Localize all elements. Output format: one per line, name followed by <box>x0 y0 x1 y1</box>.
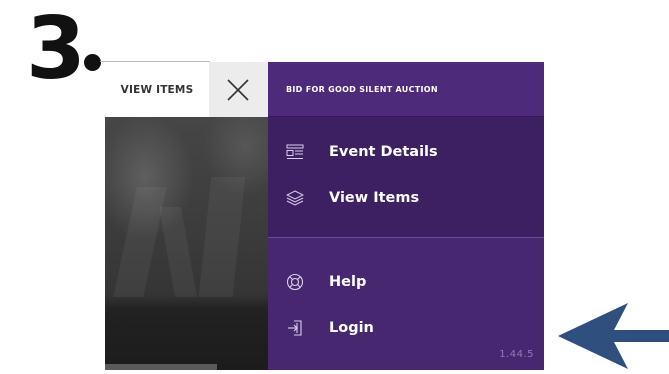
app-version: 1.44.5 <box>499 349 534 360</box>
menu-section-primary: Event Details View Items <box>268 117 544 238</box>
close-button[interactable] <box>209 62 268 117</box>
menu-item-label: Event Details <box>329 144 438 160</box>
menu-item-event-details[interactable]: Event Details <box>268 132 544 172</box>
menu-section-secondary: Help Login 1.44.5 <box>268 238 544 370</box>
step-number: 3 <box>26 0 86 99</box>
side-menu: BID FOR GOOD SILENT AUCTION Event Detail… <box>268 62 544 370</box>
event-hero-image <box>105 117 268 370</box>
pointer-arrow <box>558 303 669 369</box>
menu-title: BID FOR GOOD SILENT AUCTION <box>286 84 438 94</box>
menu-item-label: View Items <box>329 190 420 206</box>
step-dot <box>84 54 101 71</box>
menu-item-label: Help <box>329 274 367 290</box>
event-details-icon <box>285 143 305 161</box>
layers-icon <box>285 189 305 207</box>
lifebuoy-icon <box>285 273 305 291</box>
menu-item-help[interactable]: Help <box>268 262 544 302</box>
login-icon <box>285 319 305 337</box>
left-panel: VIEW ITEMS <box>105 62 268 370</box>
menu-item-label: Login <box>329 320 374 336</box>
menu-item-view-items[interactable]: View Items <box>268 178 544 218</box>
close-icon <box>227 79 249 101</box>
view-items-tab[interactable]: VIEW ITEMS <box>105 62 209 117</box>
menu-item-login[interactable]: Login <box>268 308 544 348</box>
menu-header: BID FOR GOOD SILENT AUCTION <box>268 62 544 117</box>
